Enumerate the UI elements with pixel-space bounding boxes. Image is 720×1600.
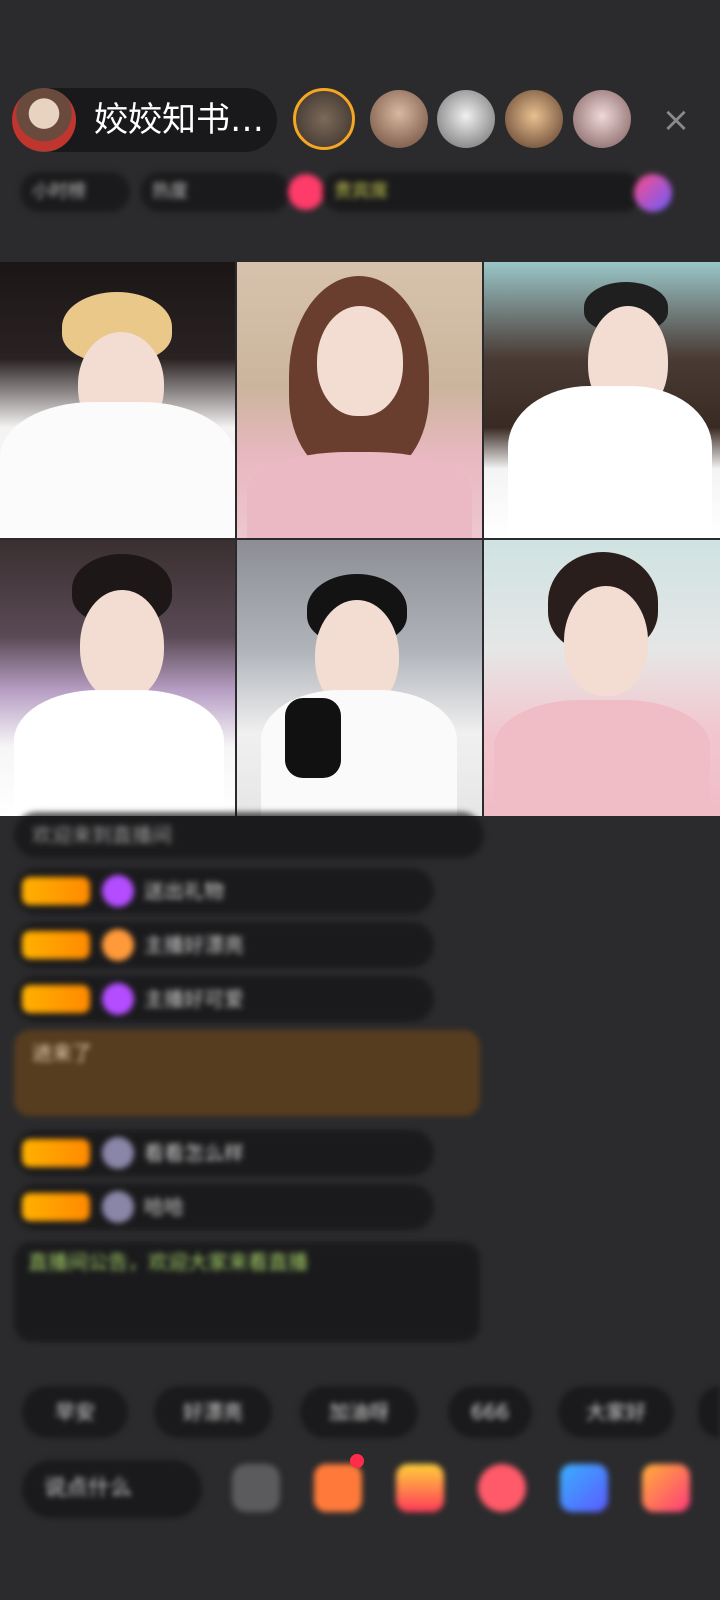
level-badge — [22, 985, 90, 1013]
gift-box-icon[interactable] — [314, 1464, 362, 1512]
user-badge-icon — [102, 1137, 134, 1169]
viewer-avatar[interactable] — [505, 90, 563, 148]
viewer-avatar[interactable] — [370, 90, 428, 148]
comment-item[interactable]: 看看怎么样 — [14, 1130, 434, 1176]
host-avatar[interactable] — [12, 88, 76, 152]
notification-dot — [350, 1454, 364, 1468]
popularity-chip[interactable]: 热度 — [140, 172, 290, 212]
viewer-avatar[interactable] — [437, 90, 495, 148]
multi-guest-video-grid — [0, 262, 720, 816]
host-info-pill[interactable]: 姣姣知书… — [12, 88, 277, 152]
entry-notice[interactable]: 进来了 — [14, 1030, 480, 1116]
comment-item[interactable]: 主播好可爱 — [14, 976, 434, 1022]
fan-club-icon[interactable] — [288, 174, 324, 210]
game-icon[interactable] — [560, 1464, 608, 1512]
gem-icon — [102, 875, 134, 907]
comment-item[interactable]: 送出礼物 — [14, 868, 434, 914]
rank-chip[interactable]: 小时榜 — [20, 172, 130, 212]
status-row: 小时榜 热度 贵宾席 — [20, 172, 690, 216]
comment-item[interactable]: 哈哈 — [14, 1184, 434, 1230]
viewer-avatar[interactable] — [573, 90, 631, 148]
emoji-icon[interactable] — [232, 1464, 280, 1512]
fan-badge-icon — [102, 929, 134, 961]
level-badge — [22, 1193, 90, 1221]
activity-icon[interactable] — [634, 174, 672, 212]
quick-reply-tab[interactable]: 好漂亮 — [154, 1386, 272, 1438]
quick-reply-tab[interactable] — [698, 1386, 720, 1438]
close-icon[interactable]: × — [656, 100, 696, 140]
video-tile-guest-5[interactable] — [237, 540, 482, 816]
video-tile-guest-3[interactable] — [484, 262, 720, 538]
quick-reply-tab[interactable]: 加油呀 — [300, 1386, 418, 1438]
video-tile-guest-4[interactable] — [0, 540, 235, 816]
level-badge — [22, 877, 90, 905]
chat-input[interactable]: 说点什么 — [22, 1460, 202, 1518]
top-viewer-avatar[interactable] — [293, 88, 355, 150]
video-tile-guest-1[interactable] — [0, 262, 235, 538]
host-name[interactable]: 姣姣知书… — [94, 100, 264, 140]
gift-icon[interactable] — [396, 1464, 444, 1512]
heart-icon[interactable] — [478, 1464, 526, 1512]
more-icon[interactable] — [642, 1464, 690, 1512]
vip-seat-chip[interactable]: 贵宾席 — [322, 172, 642, 212]
user-badge-icon — [102, 1191, 134, 1223]
comment-item[interactable]: 主播好漂亮 — [14, 922, 434, 968]
system-notice: 欢迎来到直播间 — [14, 812, 484, 858]
level-badge — [22, 1139, 90, 1167]
gem-icon — [102, 983, 134, 1015]
level-badge — [22, 931, 90, 959]
quick-reply-tab[interactable]: 666 — [448, 1386, 532, 1438]
video-tile-guest-2[interactable] — [237, 262, 482, 538]
quick-reply-tab[interactable]: 大家好 — [558, 1386, 674, 1438]
video-tile-guest-6[interactable] — [484, 540, 720, 816]
quick-reply-tab[interactable]: 早安 — [22, 1386, 128, 1438]
comment-feed[interactable]: 欢迎来到直播间 送出礼物 主播好漂亮 主播好可爱 进来了 看看怎么样 哈哈 直播… — [14, 812, 494, 1372]
announcement: 直播间公告，欢迎大家来看直播 — [14, 1242, 480, 1342]
microphone-icon — [285, 698, 341, 778]
